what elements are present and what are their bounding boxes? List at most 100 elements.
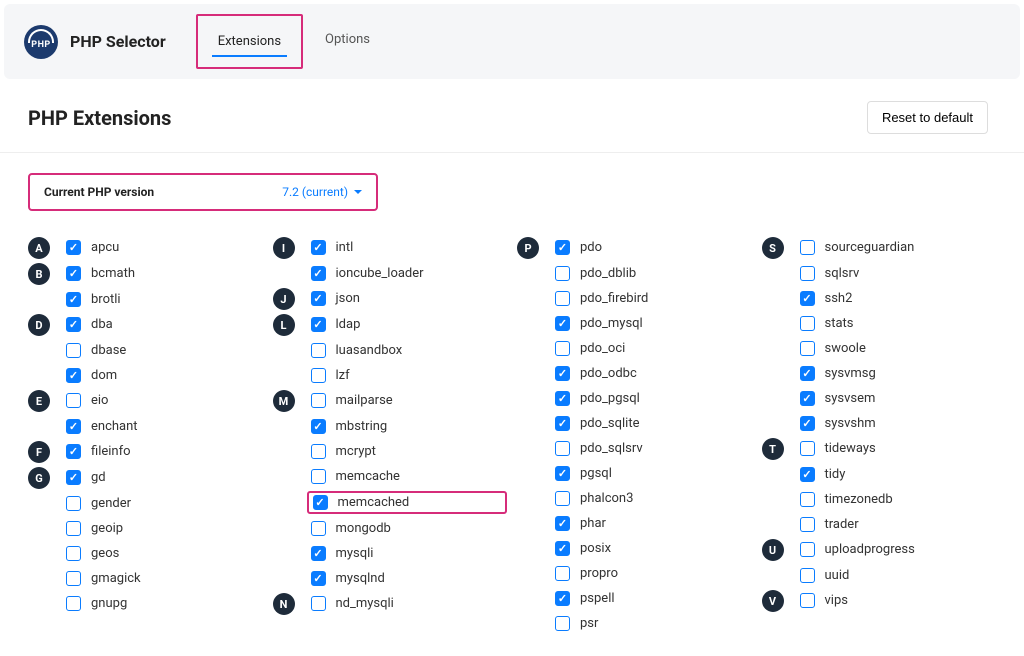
- checkbox-uuid[interactable]: [800, 568, 815, 583]
- checkbox-pdo_firebird[interactable]: [555, 291, 570, 306]
- extension-posix[interactable]: posix: [555, 538, 752, 559]
- extension-intl[interactable]: intl: [311, 237, 508, 258]
- extension-sysvsem[interactable]: sysvsem: [800, 388, 997, 409]
- extension-tidy[interactable]: tidy: [800, 464, 997, 485]
- extension-tideways[interactable]: tideways: [800, 438, 997, 459]
- extension-json[interactable]: json: [311, 288, 508, 309]
- extension-ldap[interactable]: ldap: [311, 314, 508, 335]
- extension-sourceguardian[interactable]: sourceguardian: [800, 237, 997, 258]
- checkbox-gender[interactable]: [66, 496, 81, 511]
- checkbox-fileinfo[interactable]: [66, 444, 81, 459]
- checkbox-psr[interactable]: [555, 616, 570, 631]
- checkbox-pdo_sqlite[interactable]: [555, 416, 570, 431]
- extension-pdo_mysql[interactable]: pdo_mysql: [555, 313, 752, 334]
- checkbox-phar[interactable]: [555, 516, 570, 531]
- extension-gender[interactable]: gender: [66, 493, 263, 514]
- extension-pgsql[interactable]: pgsql: [555, 463, 752, 484]
- extension-fileinfo[interactable]: fileinfo: [66, 441, 263, 462]
- extension-luasandbox[interactable]: luasandbox: [311, 340, 508, 361]
- checkbox-eio[interactable]: [66, 393, 81, 408]
- checkbox-gd[interactable]: [66, 470, 81, 485]
- checkbox-posix[interactable]: [555, 541, 570, 556]
- extension-psr[interactable]: psr: [555, 613, 752, 634]
- checkbox-sysvshm[interactable]: [800, 416, 815, 431]
- extension-mysqlnd[interactable]: mysqlnd: [311, 568, 508, 589]
- extension-phalcon3[interactable]: phalcon3: [555, 488, 752, 509]
- checkbox-pdo_sqlsrv[interactable]: [555, 441, 570, 456]
- checkbox-nd_mysqli[interactable]: [311, 596, 326, 611]
- extension-mcrypt[interactable]: mcrypt: [311, 441, 508, 462]
- checkbox-stats[interactable]: [800, 316, 815, 331]
- checkbox-uploadprogress[interactable]: [800, 542, 815, 557]
- extension-brotli[interactable]: brotli: [66, 289, 263, 310]
- checkbox-vips[interactable]: [800, 593, 815, 608]
- checkbox-brotli[interactable]: [66, 292, 81, 307]
- extension-memcached[interactable]: memcached: [307, 491, 508, 514]
- extension-gd[interactable]: gd: [66, 467, 263, 488]
- checkbox-tidy[interactable]: [800, 467, 815, 482]
- checkbox-gnupg[interactable]: [66, 596, 81, 611]
- checkbox-mbstring[interactable]: [311, 419, 326, 434]
- extension-pdo_sqlite[interactable]: pdo_sqlite: [555, 413, 752, 434]
- checkbox-luasandbox[interactable]: [311, 343, 326, 358]
- extension-mbstring[interactable]: mbstring: [311, 416, 508, 437]
- extension-gmagick[interactable]: gmagick: [66, 568, 263, 589]
- tab-extensions[interactable]: Extensions: [196, 14, 303, 69]
- extension-geoip[interactable]: geoip: [66, 518, 263, 539]
- checkbox-dom[interactable]: [66, 368, 81, 383]
- checkbox-enchant[interactable]: [66, 419, 81, 434]
- extension-gnupg[interactable]: gnupg: [66, 593, 263, 614]
- checkbox-pdo_pgsql[interactable]: [555, 391, 570, 406]
- checkbox-json[interactable]: [311, 291, 326, 306]
- extension-ioncube_loader[interactable]: ioncube_loader: [311, 263, 508, 284]
- extension-sysvmsg[interactable]: sysvmsg: [800, 363, 997, 384]
- extension-timezonedb[interactable]: timezonedb: [800, 489, 997, 510]
- checkbox-sqlsrv[interactable]: [800, 266, 815, 281]
- checkbox-mongodb[interactable]: [311, 521, 326, 536]
- checkbox-pdo_odbc[interactable]: [555, 366, 570, 381]
- extension-uploadprogress[interactable]: uploadprogress: [800, 539, 997, 560]
- tab-options[interactable]: Options: [305, 14, 390, 69]
- extension-dba[interactable]: dba: [66, 314, 263, 335]
- extension-pdo_oci[interactable]: pdo_oci: [555, 338, 752, 359]
- php-version-selector[interactable]: Current PHP version 7.2 (current): [28, 173, 378, 211]
- checkbox-gmagick[interactable]: [66, 571, 81, 586]
- extension-pspell[interactable]: pspell: [555, 588, 752, 609]
- extension-eio[interactable]: eio: [66, 390, 263, 411]
- checkbox-geoip[interactable]: [66, 521, 81, 536]
- checkbox-pdo_mysql[interactable]: [555, 316, 570, 331]
- extension-pdo_sqlsrv[interactable]: pdo_sqlsrv: [555, 438, 752, 459]
- checkbox-sysvmsg[interactable]: [800, 366, 815, 381]
- checkbox-pdo_oci[interactable]: [555, 341, 570, 356]
- extension-vips[interactable]: vips: [800, 590, 997, 611]
- checkbox-memcache[interactable]: [311, 469, 326, 484]
- extension-apcu[interactable]: apcu: [66, 237, 263, 258]
- checkbox-timezonedb[interactable]: [800, 492, 815, 507]
- checkbox-geos[interactable]: [66, 546, 81, 561]
- extension-trader[interactable]: trader: [800, 514, 997, 535]
- checkbox-propro[interactable]: [555, 566, 570, 581]
- reset-to-default-button[interactable]: Reset to default: [867, 101, 988, 134]
- extension-lzf[interactable]: lzf: [311, 365, 508, 386]
- checkbox-mailparse[interactable]: [311, 393, 326, 408]
- extension-nd_mysqli[interactable]: nd_mysqli: [311, 593, 508, 614]
- checkbox-intl[interactable]: [311, 240, 326, 255]
- extension-ssh2[interactable]: ssh2: [800, 288, 997, 309]
- checkbox-dbase[interactable]: [66, 343, 81, 358]
- checkbox-ioncube_loader[interactable]: [311, 266, 326, 281]
- checkbox-sourceguardian[interactable]: [800, 240, 815, 255]
- checkbox-mysqlnd[interactable]: [311, 571, 326, 586]
- extension-dbase[interactable]: dbase: [66, 340, 263, 361]
- extension-propro[interactable]: propro: [555, 563, 752, 584]
- extension-pdo[interactable]: pdo: [555, 237, 752, 258]
- checkbox-ssh2[interactable]: [800, 291, 815, 306]
- extension-pdo_firebird[interactable]: pdo_firebird: [555, 288, 752, 309]
- checkbox-sysvsem[interactable]: [800, 391, 815, 406]
- extension-bcmath[interactable]: bcmath: [66, 263, 263, 284]
- checkbox-mysqli[interactable]: [311, 546, 326, 561]
- checkbox-pdo_dblib[interactable]: [555, 266, 570, 281]
- checkbox-ldap[interactable]: [311, 317, 326, 332]
- extension-uuid[interactable]: uuid: [800, 565, 997, 586]
- checkbox-pgsql[interactable]: [555, 466, 570, 481]
- extension-sqlsrv[interactable]: sqlsrv: [800, 263, 997, 284]
